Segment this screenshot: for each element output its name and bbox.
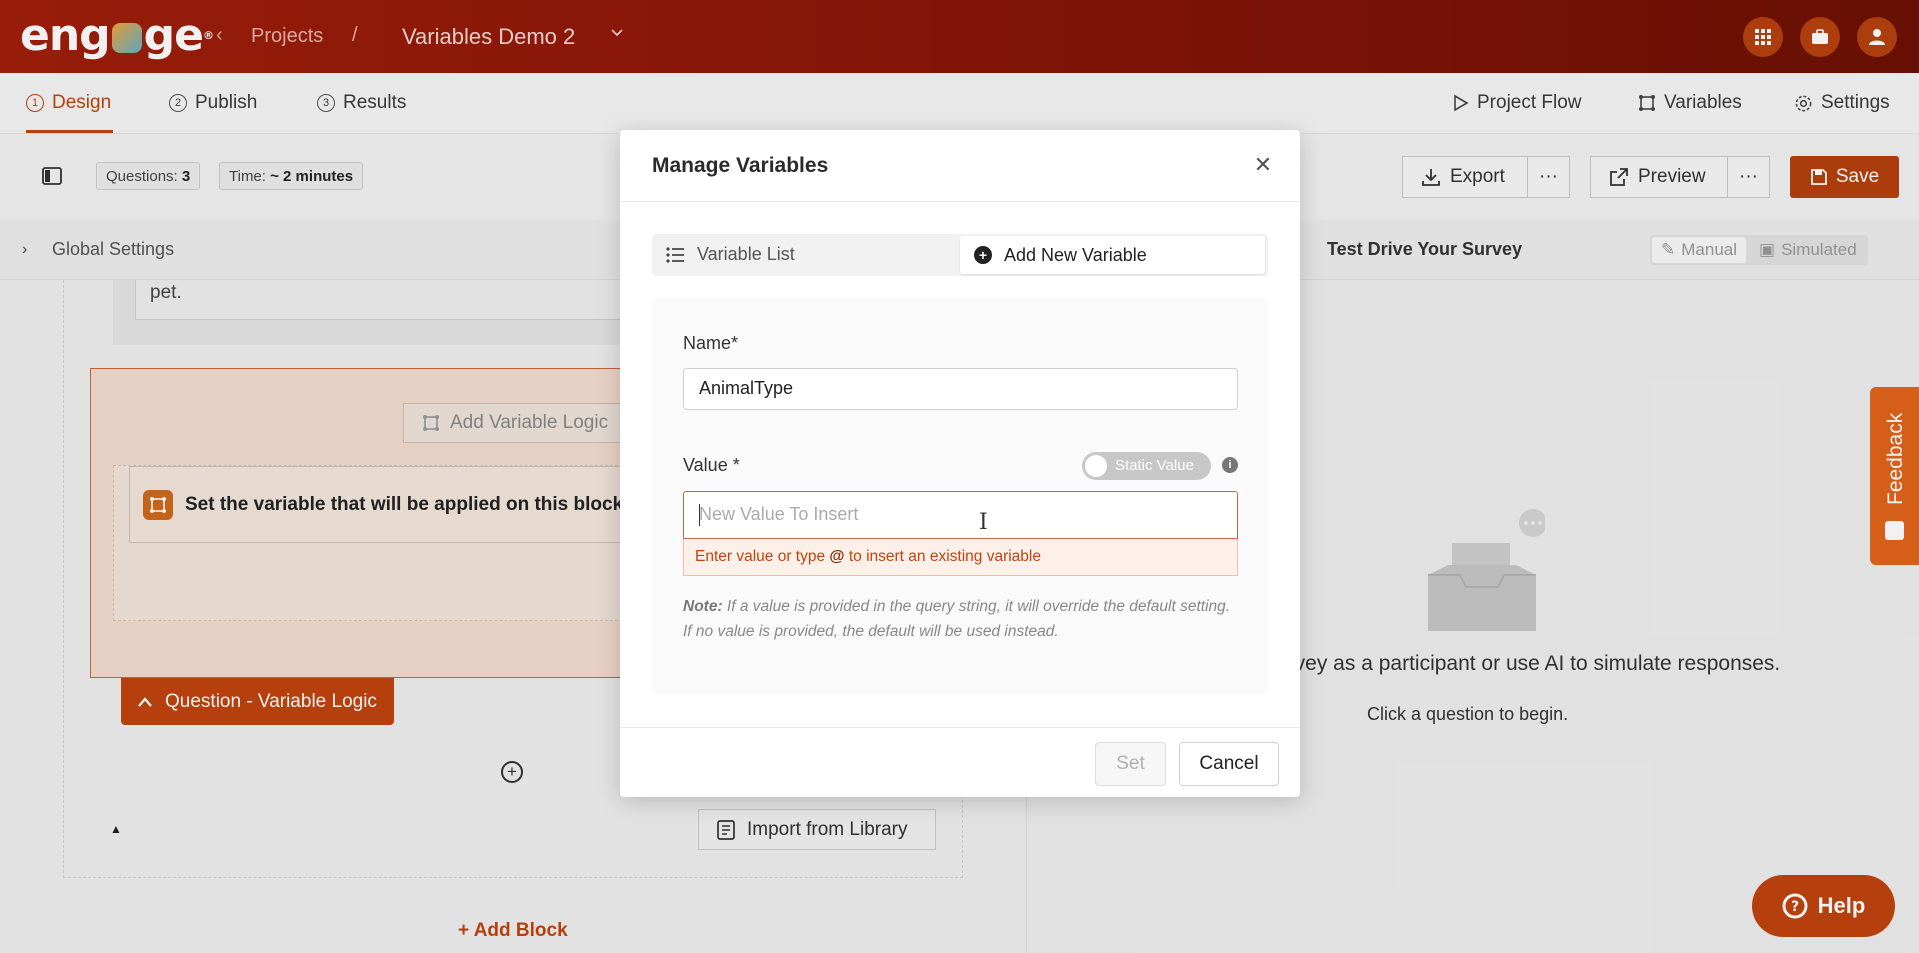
name-label: Name*	[683, 333, 739, 353]
list-icon	[666, 246, 684, 263]
plus-circle-icon: +	[974, 246, 992, 264]
tab-add-new-variable[interactable]: + Add New Variable	[960, 236, 1265, 274]
text-caret	[699, 504, 700, 526]
value-placeholder: New Value To Insert	[699, 504, 859, 524]
cancel-button[interactable]: Cancel	[1179, 742, 1279, 786]
manage-variables-modal: Manage Variables ✕ Variable List + Add N…	[620, 130, 1300, 797]
tab-variable-list-label: Variable List	[697, 244, 795, 264]
hint-suffix: to insert an existing variable	[844, 548, 1041, 565]
set-button[interactable]: Set	[1095, 742, 1166, 786]
modal-title: Manage Variables	[652, 154, 829, 177]
value-label: Value *	[683, 455, 740, 475]
divider	[620, 201, 1300, 202]
static-value-toggle[interactable]: Static Value	[1082, 452, 1211, 480]
note-label: Note:	[683, 598, 723, 615]
override-note: Note: If a value is provided in the quer…	[683, 594, 1238, 644]
variable-value-input[interactable]: New Value To Insert	[683, 491, 1238, 539]
info-icon[interactable]: i	[1222, 457, 1238, 473]
tab-add-new-variable-label: Add New Variable	[1004, 244, 1147, 265]
add-variable-form: Name* AnimalType Value * Static Value i …	[652, 298, 1268, 694]
variable-name-input[interactable]: AnimalType	[683, 368, 1238, 410]
divider	[620, 727, 1300, 728]
value-hint: Enter value or type @ to insert an exist…	[683, 539, 1238, 576]
static-value-label: Static Value	[1115, 457, 1194, 474]
variable-tabs: Variable List + Add New Variable	[652, 234, 1268, 276]
tab-variable-list[interactable]: Variable List	[666, 244, 795, 265]
note-text: If a value is provided in the query stri…	[683, 598, 1231, 640]
hint-prefix: Enter value or type	[695, 548, 830, 565]
text-cursor-icon: I	[979, 510, 988, 535]
toggle-knob	[1085, 455, 1107, 477]
close-icon[interactable]: ✕	[1252, 154, 1274, 176]
hint-at-symbol: @	[829, 548, 845, 565]
